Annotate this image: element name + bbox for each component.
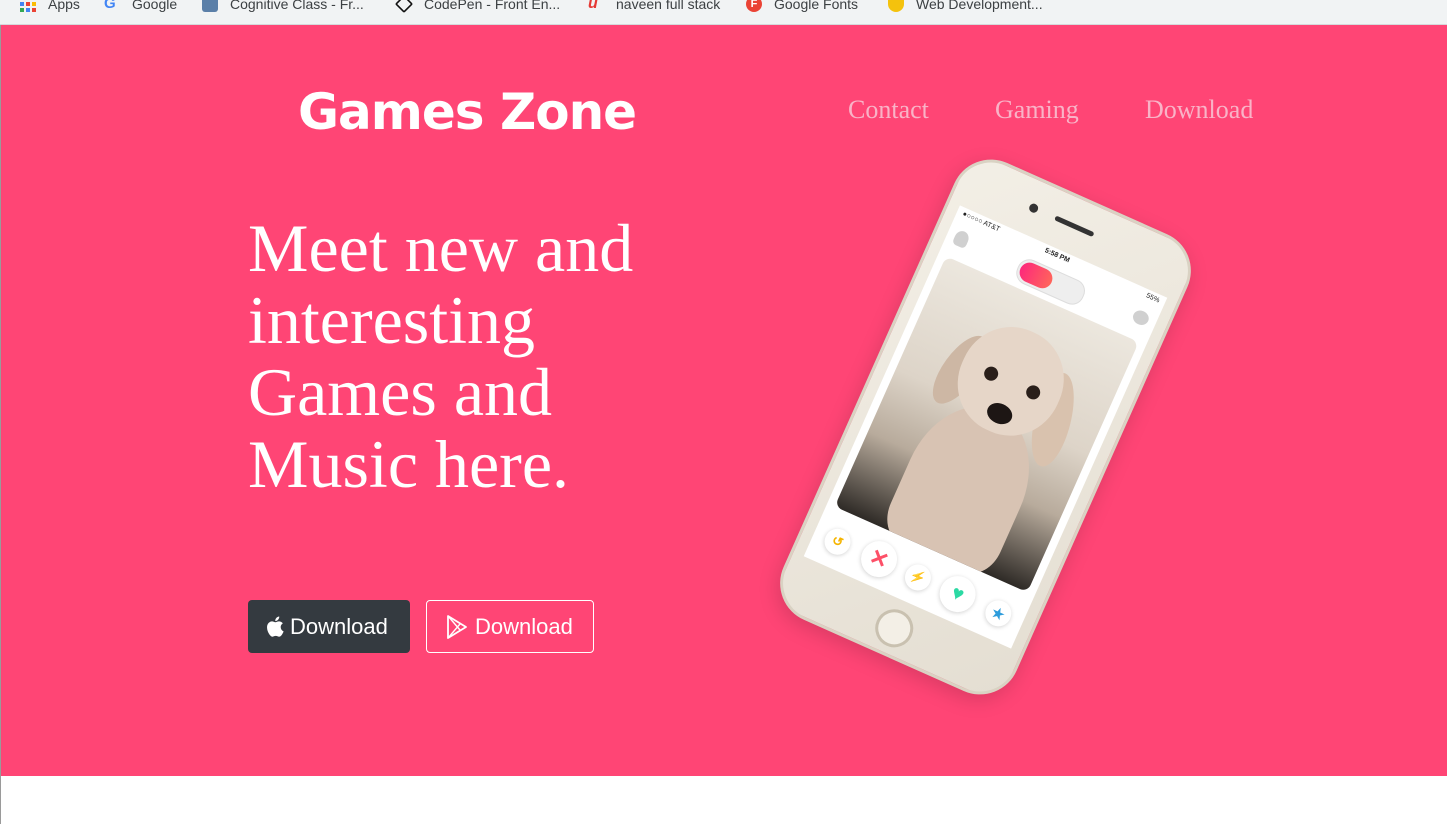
bookmark-label: Google [132,0,178,12]
bookmark-label: Web Development... [916,0,1043,12]
bookmark-google-fonts[interactable]: F Google Fonts [746,0,858,14]
boost-icon: ⚡ [900,560,936,595]
google-play-download-button[interactable]: Download [426,600,594,653]
bookmark-apps[interactable]: Apps [20,0,80,14]
app-store-download-button[interactable]: Download [248,600,410,653]
cognitive-class-icon [202,0,218,12]
web-dev-icon [888,0,904,12]
bookmark-web-development[interactable]: Web Development... [888,0,1043,14]
nav-gaming[interactable]: Gaming [995,95,1079,125]
nope-icon: ✕ [855,535,903,583]
bookmark-codepen[interactable]: CodePen - Front En... [394,0,561,14]
bookmark-cognitive-class[interactable]: Cognitive Class - Fr... [202,0,364,14]
nav-download[interactable]: Download [1145,95,1253,125]
chat-icon [1130,308,1152,328]
apple-icon [267,616,284,637]
bookmark-label: Cognitive Class - Fr... [230,0,364,12]
naveen-icon: u [588,0,598,12]
bookmark-label: naveen full stack [616,0,721,12]
hero-headline: Meet new and interesting Games and Music… [248,210,634,502]
nav-contact[interactable]: Contact [848,95,929,125]
phone-battery: 55% [1144,292,1161,305]
bookmarks-bar: Apps G Google Cognitive Class - Fr... Co… [0,0,1447,25]
google-play-download-label: Download [475,613,573,639]
app-store-download-label: Download [290,613,388,639]
google-icon: G [104,0,116,12]
profile-icon [951,228,972,250]
bookmark-label: Google Fonts [774,0,859,12]
google-fonts-icon: F [746,0,762,12]
bookmark-label: CodePen - Front En... [424,0,561,12]
google-play-icon [447,614,467,639]
super-like-icon: ★ [981,596,1016,631]
like-icon: ♥ [933,570,982,618]
bookmark-label: Apps [48,0,80,12]
hero-section [1,25,1447,776]
brand-title[interactable]: Games Zone [298,83,637,141]
codepen-icon [394,0,414,14]
bookmark-naveen[interactable]: u naveen full stack [588,0,720,14]
flame-icon [1016,259,1056,292]
apps-grid-icon [20,0,36,12]
rewind-icon: ↺ [820,524,855,559]
bookmark-google[interactable]: G Google [104,0,177,14]
